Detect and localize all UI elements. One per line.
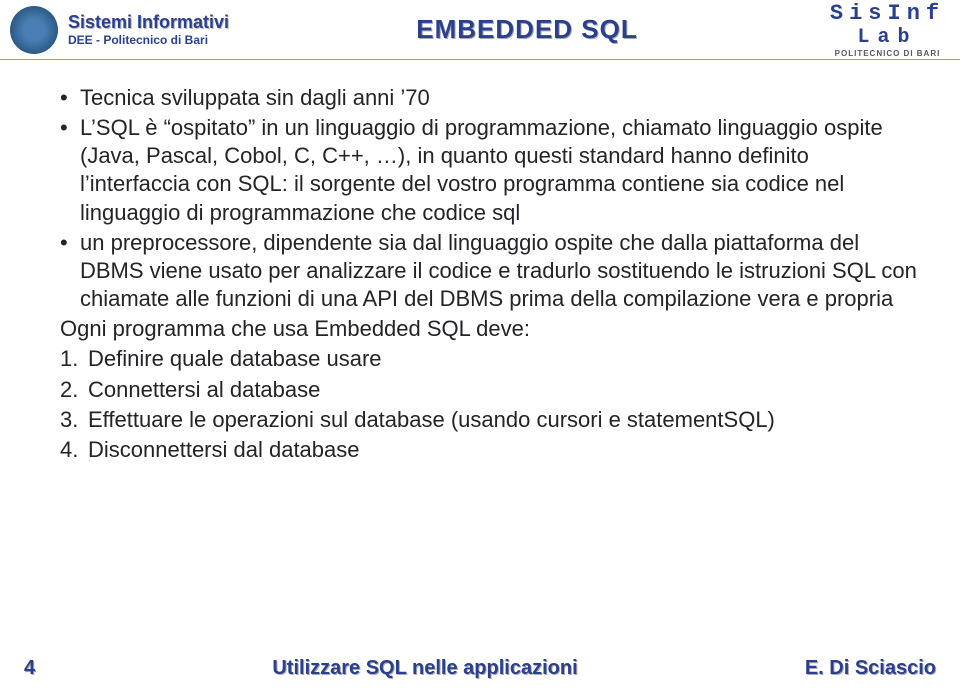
ordered-item: Definire quale database usare	[60, 345, 920, 373]
slide-title: EMBEDDED SQL	[416, 14, 637, 44]
header-dept-name: DEE - Politecnico di Bari	[68, 33, 229, 47]
bullet-item: Tecnica sviluppata sin dagli anni ’70	[60, 84, 920, 112]
header-left-text: Sistemi Informativi DEE - Politecnico di…	[68, 12, 229, 47]
bullet-item: un preprocessore, dipendente sia dal lin…	[60, 229, 920, 313]
lab-logo-sub: POLITECNICO DI BARI	[825, 49, 950, 58]
intro-line: Ogni programma che usa Embedded SQL deve…	[60, 315, 920, 343]
bullet-item: L’SQL è “ospitato” in un linguaggio di p…	[60, 114, 920, 227]
ordered-item: Effettuare le operazioni sul database (u…	[60, 406, 920, 434]
ordered-item: Connettersi al database	[60, 376, 920, 404]
lab-logo-line1: SisInf	[825, 1, 950, 26]
header-course-name: Sistemi Informativi	[68, 12, 229, 33]
slide-content: Tecnica sviluppata sin dagli anni ’70 L’…	[0, 60, 960, 486]
page-number: 4	[24, 657, 84, 680]
ordered-list: Definire quale database usare Connetters…	[60, 345, 920, 464]
slide-header: Sistemi Informativi DEE - Politecnico di…	[0, 0, 960, 60]
footer-author: E. Di Sciascio	[766, 657, 936, 680]
slide-footer: 4 Utilizzare SQL nelle applicazioni E. D…	[0, 657, 960, 680]
ordered-item: Disconnettersi dal database	[60, 436, 920, 464]
header-center: EMBEDDED SQL	[229, 14, 825, 45]
footer-title: Utilizzare SQL nelle applicazioni	[84, 657, 766, 680]
bullet-list: Tecnica sviluppata sin dagli anni ’70 L’…	[60, 84, 920, 313]
lab-logo-line2: Lab	[825, 26, 950, 49]
institution-logo	[10, 6, 58, 54]
lab-logo: SisInf Lab POLITECNICO DI BARI	[825, 1, 950, 58]
